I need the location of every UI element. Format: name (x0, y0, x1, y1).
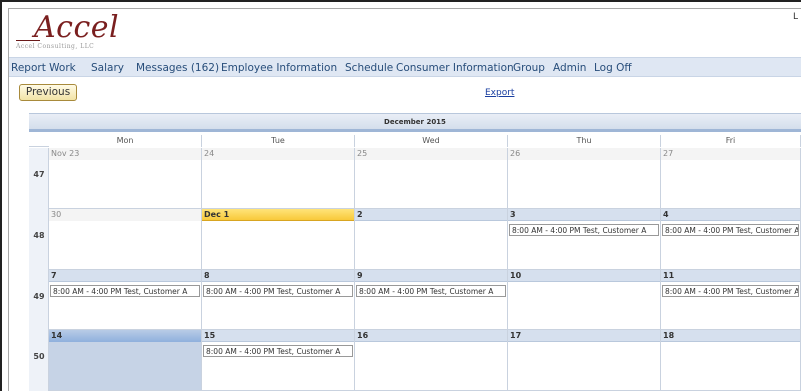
day-cell-date[interactable]: 18 (661, 330, 800, 342)
day-cell-date[interactable]: 8 (202, 270, 354, 282)
day-cell-mon[interactable]: 7 8:00 AM - 4:00 PM Test, Customer A (49, 270, 202, 330)
day-cell-mon[interactable]: 30 (49, 209, 202, 270)
day-cell-fri[interactable]: 27 (661, 148, 801, 209)
day-cell-date[interactable]: 4 (661, 209, 800, 221)
logo-title: Accel (34, 10, 120, 45)
day-cell-tue[interactable]: 8 8:00 AM - 4:00 PM Test, Customer A (202, 270, 355, 330)
day-cell-date[interactable]: 17 (508, 330, 660, 342)
day-cell-date[interactable]: 10 (508, 270, 660, 282)
nav-employee-information[interactable]: Employee Information (221, 62, 337, 74)
calendar-title: December 2015 (29, 113, 801, 132)
day-cell-thu[interactable]: 26 (508, 148, 661, 209)
day-cell-wed[interactable]: 9 8:00 AM - 4:00 PM Test, Customer A (355, 270, 508, 330)
schedule-event[interactable]: 8:00 AM - 4:00 PM Test, Customer A (203, 345, 353, 357)
previous-button[interactable]: Previous (19, 84, 77, 101)
day-cell-date[interactable]: 16 (355, 330, 507, 342)
day-cell-wed[interactable]: 2 (355, 209, 508, 270)
schedule-event[interactable]: 8:00 AM - 4:00 PM Test, Customer A (356, 285, 506, 297)
day-header-fri: Fri (661, 135, 801, 147)
nav-consumer-information[interactable]: Consumer Information (396, 62, 514, 74)
day-cell-thu[interactable]: 10 (508, 270, 661, 330)
day-header-mon: Mon (49, 135, 202, 147)
nav-report-work[interactable]: Report Work (11, 62, 76, 74)
week-number: 49 (33, 292, 45, 301)
day-cell-mon[interactable]: 14 (49, 330, 202, 391)
day-cell-date[interactable]: 14 (49, 330, 201, 342)
nav-log-off[interactable]: Log Off (594, 62, 632, 74)
day-cell-date[interactable]: 24 (202, 148, 354, 160)
day-header-tue: Tue (202, 135, 355, 147)
day-cell-thu[interactable]: 3 8:00 AM - 4:00 PM Test, Customer A (508, 209, 661, 270)
week-number: 50 (33, 352, 45, 361)
day-cell-date[interactable]: 11 (661, 270, 800, 282)
day-header-thu: Thu (508, 135, 661, 147)
day-cell-date[interactable]: 7 (49, 270, 201, 282)
day-cell-wed[interactable]: 25 (355, 148, 508, 209)
week-number: 48 (33, 231, 45, 240)
day-cell-fri[interactable]: 11 8:00 AM - 4:00 PM Test, Customer A (661, 270, 801, 330)
company-logo: Accel Accel Consulting, LLC (16, 10, 156, 50)
day-cell-tue[interactable]: 24 (202, 148, 355, 209)
schedule-event[interactable]: 8:00 AM - 4:00 PM Test, Customer A (662, 285, 799, 297)
nav-salary[interactable]: Salary (91, 62, 124, 74)
schedule-event[interactable]: 8:00 AM - 4:00 PM Test, Customer A (50, 285, 200, 297)
day-cell-date[interactable]: 26 (508, 148, 660, 160)
day-cell-date[interactable]: 2 (355, 209, 507, 221)
week-number: 47 (33, 170, 45, 179)
day-cell-date[interactable]: 30 (49, 209, 201, 221)
day-cell-date[interactable]: Dec 1 (202, 209, 354, 221)
day-header-wed: Wed (355, 135, 508, 147)
day-cell-date[interactable]: 25 (355, 148, 507, 160)
day-cell-tue[interactable]: 15 8:00 AM - 4:00 PM Test, Customer A (202, 330, 355, 391)
nav-schedule[interactable]: Schedule (345, 62, 393, 74)
logo-subtitle: Accel Consulting, LLC (16, 43, 95, 50)
day-cell-fri[interactable]: 4 8:00 AM - 4:00 PM Test, Customer A (661, 209, 801, 270)
day-cell-date[interactable]: 15 (202, 330, 354, 342)
day-cell-date[interactable]: 9 (355, 270, 507, 282)
export-link[interactable]: Export (485, 88, 514, 98)
nav-admin[interactable]: Admin (553, 62, 586, 74)
day-cell-date[interactable]: Nov 23 (49, 148, 201, 160)
nav-group[interactable]: Group (513, 62, 545, 74)
header-right-text: L (793, 12, 799, 22)
schedule-event[interactable]: 8:00 AM - 4:00 PM Test, Customer A (662, 224, 799, 236)
main-navbar: Report Work Salary Messages (162) Employ… (9, 57, 801, 77)
day-cell-date[interactable]: 27 (661, 148, 800, 160)
day-cell-fri[interactable]: 18 (661, 330, 801, 391)
day-cell-date[interactable]: 3 (508, 209, 660, 221)
day-cell-tue[interactable]: Dec 1 (202, 209, 355, 270)
day-cell-thu[interactable]: 17 (508, 330, 661, 391)
day-cell-wed[interactable]: 16 (355, 330, 508, 391)
nav-messages[interactable]: Messages (162) (136, 62, 219, 74)
schedule-event[interactable]: 8:00 AM - 4:00 PM Test, Customer A (203, 285, 353, 297)
day-cell-mon[interactable]: Nov 23 (49, 148, 202, 209)
schedule-event[interactable]: 8:00 AM - 4:00 PM Test, Customer A (509, 224, 659, 236)
